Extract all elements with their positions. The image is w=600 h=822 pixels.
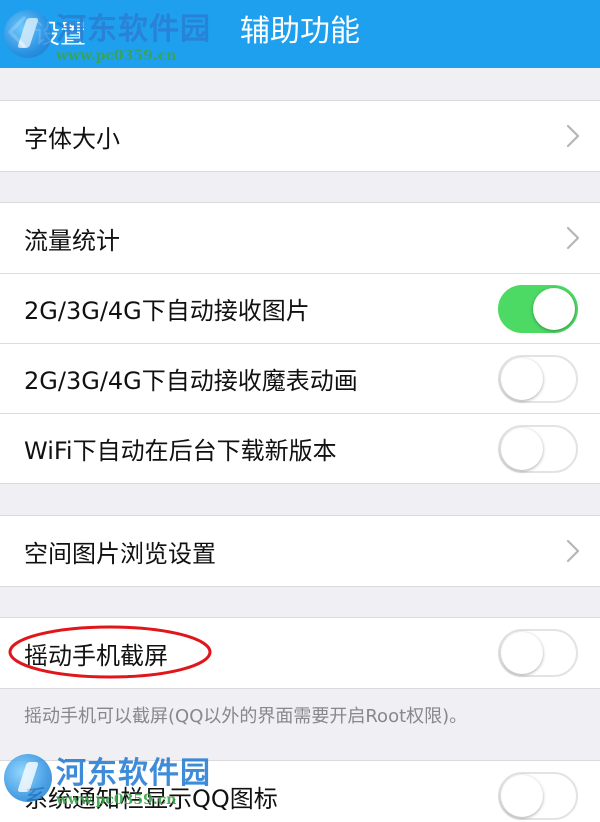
toggle-knob — [501, 632, 543, 674]
wifi-auto-download-label: WiFi下自动在后台下载新版本 — [24, 437, 337, 465]
toggle-knob — [501, 358, 543, 400]
chevron-right-icon — [566, 124, 580, 148]
traffic-stats-label: 流量统计 — [24, 226, 120, 255]
chevron-right-icon — [566, 226, 580, 250]
auto-receive-images-row: 2G/3G/4G下自动接收图片 — [0, 273, 600, 343]
page-title: 辅助功能 — [240, 14, 360, 49]
notification-qq-icon-row: 系统通知栏显示QQ图标 — [0, 761, 600, 822]
settings-group-network: 流量统计 2G/3G/4G下自动接收图片 2G/3G/4G下自动接收魔表动画 W… — [0, 202, 600, 484]
traffic-stats-row[interactable]: 流量统计 — [0, 203, 600, 273]
toggle-knob — [501, 428, 543, 470]
font-size-label: 字体大小 — [24, 124, 120, 153]
shake-screenshot-note: 摇动手机可以截屏(QQ以外的界面需要开启Root权限)。 — [24, 706, 468, 727]
auto-receive-images-toggle[interactable] — [498, 285, 578, 333]
notification-qq-icon-label: 系统通知栏显示QQ图标 — [24, 784, 278, 813]
wifi-auto-download-row: WiFi下自动在后台下载新版本 — [0, 413, 600, 483]
font-size-row[interactable]: 字体大小 — [0, 101, 600, 171]
chevron-right-icon — [566, 539, 580, 563]
settings-group-font: 字体大小 — [0, 100, 600, 172]
wifi-auto-download-toggle[interactable] — [498, 425, 578, 473]
toggle-knob — [533, 288, 575, 330]
settings-group-notification: 系统通知栏显示QQ图标 — [0, 760, 600, 822]
shake-screenshot-toggle[interactable] — [498, 629, 578, 677]
qzone-image-settings-label: 空间图片浏览设置 — [24, 539, 216, 568]
settings-group-qzone: 空间图片浏览设置 — [0, 515, 600, 587]
settings-group-shake: 摇动手机截屏 — [0, 617, 600, 689]
toggle-knob — [501, 775, 543, 817]
auto-receive-animations-toggle[interactable] — [498, 355, 578, 403]
qzone-image-settings-row[interactable]: 空间图片浏览设置 — [0, 516, 600, 586]
notification-qq-icon-toggle[interactable] — [498, 772, 578, 820]
nav-bar: 设置 辅助功能 — [0, 0, 600, 68]
shake-screenshot-label: 摇动手机截屏 — [24, 641, 168, 670]
auto-receive-animations-row: 2G/3G/4G下自动接收魔表动画 — [0, 343, 600, 413]
auto-receive-images-label: 2G/3G/4G下自动接收图片 — [24, 297, 310, 325]
auto-receive-animations-label: 2G/3G/4G下自动接收魔表动画 — [24, 367, 358, 395]
shake-screenshot-row: 摇动手机截屏 — [0, 618, 600, 688]
